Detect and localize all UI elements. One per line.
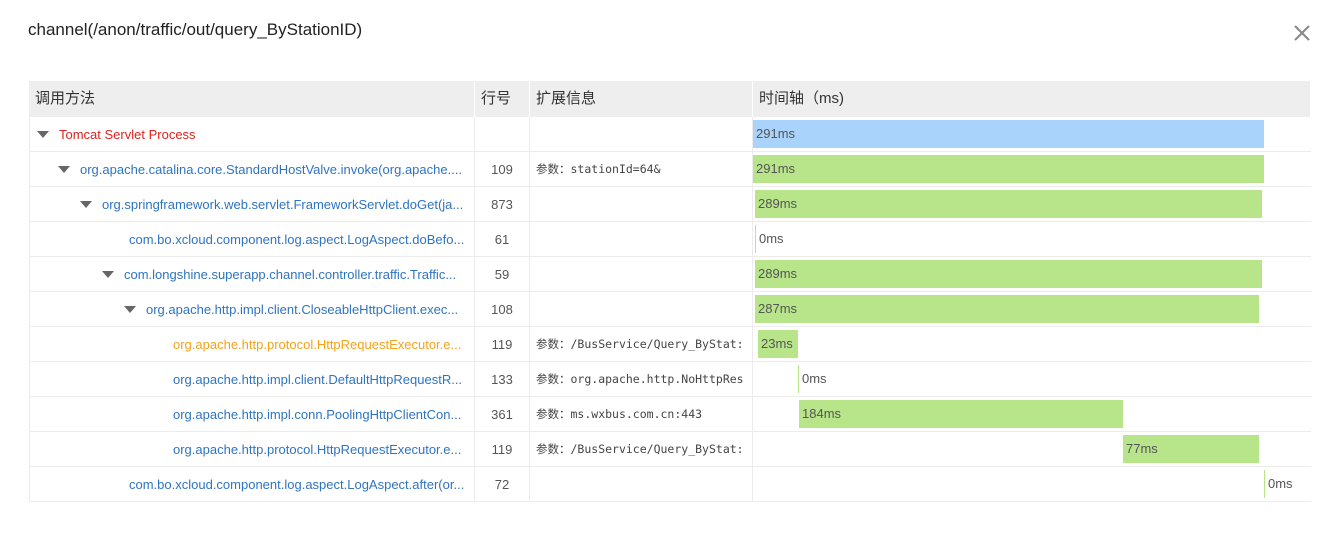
timeline-bar: 77ms bbox=[1123, 435, 1259, 463]
header-extra: 扩展信息 bbox=[530, 81, 753, 117]
method-name[interactable]: org.apache.http.impl.client.DefaultHttpR… bbox=[173, 372, 462, 387]
timeline-bar: 289ms bbox=[755, 190, 1262, 218]
expand-caret-icon[interactable] bbox=[102, 271, 114, 278]
table-row[interactable]: com.bo.xcloud.component.log.aspect.LogAs… bbox=[29, 467, 1311, 502]
timeline-bar: 291ms bbox=[753, 120, 1264, 148]
expand-caret-icon[interactable] bbox=[124, 306, 136, 313]
extra-info bbox=[530, 222, 753, 257]
extra-info: 参数：org.apache.http.NoHttpRes bbox=[530, 362, 753, 397]
line-number: 119 bbox=[475, 327, 530, 362]
method-name[interactable]: org.apache.catalina.core.StandardHostVal… bbox=[80, 162, 462, 177]
line-number: 133 bbox=[475, 362, 530, 397]
line-number: 72 bbox=[475, 467, 530, 502]
line-number: 108 bbox=[475, 292, 530, 327]
timeline-bar: 289ms bbox=[755, 260, 1262, 288]
timeline-bar: 291ms bbox=[753, 155, 1264, 183]
extra-info bbox=[530, 257, 753, 292]
dialog-title: channel(/anon/traffic/out/query_ByStatio… bbox=[28, 20, 363, 39]
expand-caret-icon[interactable] bbox=[37, 131, 49, 138]
table-row[interactable]: org.apache.http.protocol.HttpRequestExec… bbox=[29, 432, 1311, 467]
table-row[interactable]: com.bo.xcloud.component.log.aspect.LogAs… bbox=[29, 222, 1311, 257]
extra-info: 参数：/BusService/Query_ByStat: bbox=[530, 432, 753, 467]
method-name[interactable]: org.apache.http.impl.client.CloseableHtt… bbox=[146, 302, 458, 317]
method-name[interactable]: org.apache.http.protocol.HttpRequestExec… bbox=[173, 337, 461, 352]
table-row[interactable]: org.apache.http.protocol.HttpRequestExec… bbox=[29, 327, 1311, 362]
table-row[interactable]: org.apache.http.impl.client.DefaultHttpR… bbox=[29, 362, 1311, 397]
method-name[interactable]: Tomcat Servlet Process bbox=[59, 127, 196, 142]
line-number: 61 bbox=[475, 222, 530, 257]
expand-caret-icon[interactable] bbox=[58, 166, 70, 173]
line-number: 361 bbox=[475, 397, 530, 432]
method-name[interactable]: com.longshine.superapp.channel.controlle… bbox=[124, 267, 456, 282]
line-number: 59 bbox=[475, 257, 530, 292]
timeline-bar: 287ms bbox=[755, 295, 1259, 323]
table-row[interactable]: org.springframework.web.servlet.Framewor… bbox=[29, 187, 1311, 222]
extra-info bbox=[530, 117, 753, 152]
line-number: 873 bbox=[475, 187, 530, 222]
extra-info bbox=[530, 187, 753, 222]
timeline-bar: 0ms bbox=[798, 365, 828, 393]
timeline-bar: 0ms bbox=[755, 225, 785, 253]
header-line: 行号 bbox=[475, 81, 530, 117]
trace-table: 调用方法 行号 扩展信息 时间轴（ms) Tomcat Servlet Proc… bbox=[29, 81, 1311, 502]
extra-info bbox=[530, 292, 753, 327]
header-method: 调用方法 bbox=[29, 81, 475, 117]
method-name[interactable]: com.bo.xcloud.component.log.aspect.LogAs… bbox=[129, 232, 464, 247]
method-name[interactable]: com.bo.xcloud.component.log.aspect.LogAs… bbox=[129, 477, 464, 492]
table-header: 调用方法 行号 扩展信息 时间轴（ms) bbox=[29, 81, 1311, 117]
table-row[interactable]: org.apache.http.impl.client.CloseableHtt… bbox=[29, 292, 1311, 327]
method-name[interactable]: org.apache.http.protocol.HttpRequestExec… bbox=[173, 442, 461, 457]
timeline-bar: 0ms bbox=[1264, 470, 1294, 498]
header-timeline: 时间轴（ms) bbox=[753, 81, 1311, 117]
extra-info: 参数：stationId=64& bbox=[530, 152, 753, 187]
line-number: 109 bbox=[475, 152, 530, 187]
table-row[interactable]: Tomcat Servlet Process 291ms bbox=[29, 117, 1311, 152]
timeline-bar: 184ms bbox=[799, 400, 1123, 428]
table-row[interactable]: com.longshine.superapp.channel.controlle… bbox=[29, 257, 1311, 292]
expand-caret-icon[interactable] bbox=[80, 201, 92, 208]
line-number: 119 bbox=[475, 432, 530, 467]
line-number bbox=[475, 117, 530, 152]
method-name[interactable]: org.apache.http.impl.conn.PoolingHttpCli… bbox=[173, 407, 461, 422]
table-row[interactable]: org.apache.http.impl.conn.PoolingHttpCli… bbox=[29, 397, 1311, 432]
extra-info: 参数：ms.wxbus.com.cn:443 bbox=[530, 397, 753, 432]
extra-info: 参数：/BusService/Query_ByStat: bbox=[530, 327, 753, 362]
close-icon[interactable] bbox=[1290, 21, 1314, 45]
extra-info bbox=[530, 467, 753, 502]
table-row[interactable]: org.apache.catalina.core.StandardHostVal… bbox=[29, 152, 1311, 187]
method-name[interactable]: org.springframework.web.servlet.Framewor… bbox=[102, 197, 463, 212]
timeline-bar: 23ms bbox=[758, 330, 798, 358]
